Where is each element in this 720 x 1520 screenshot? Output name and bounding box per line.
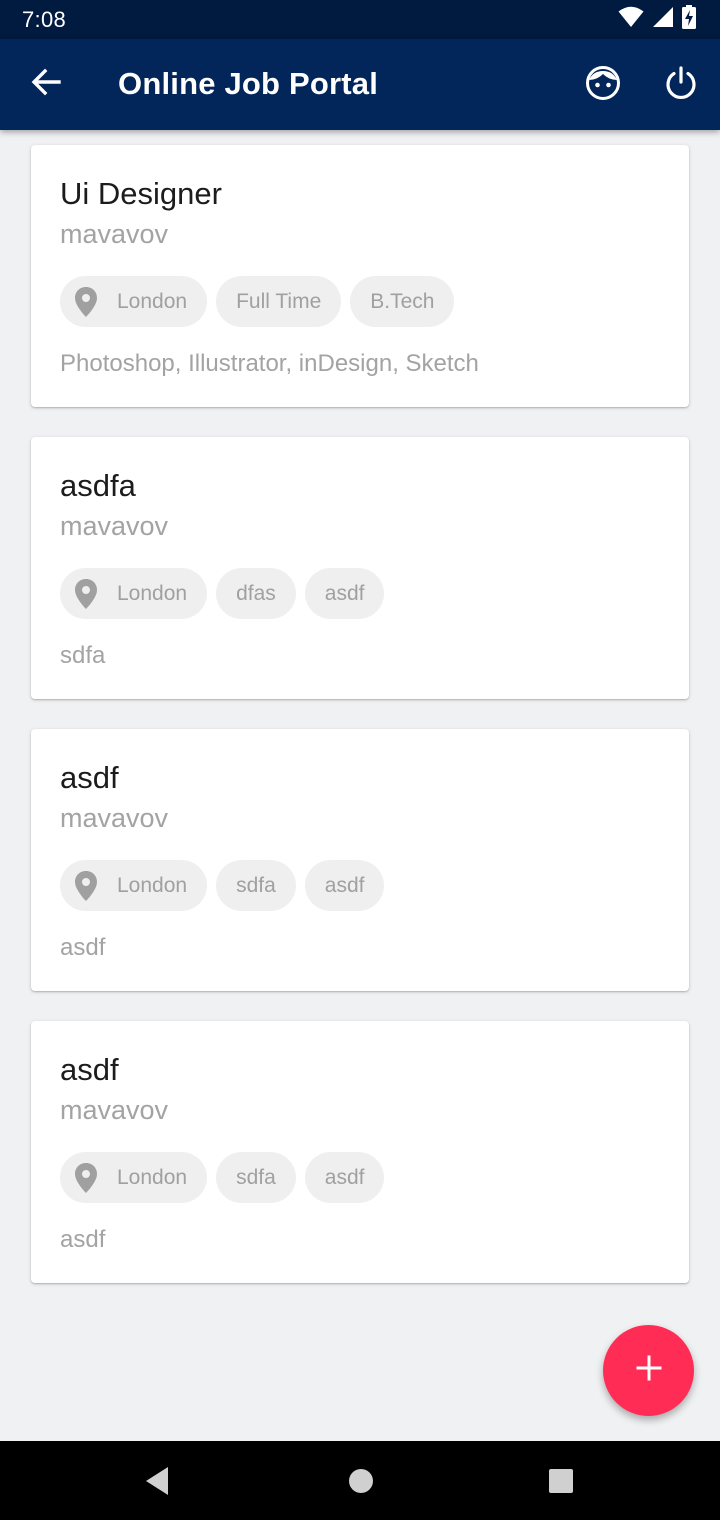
face-icon <box>585 65 621 106</box>
job-list: Ui Designer mavavov London Full Time B.T… <box>31 145 689 1313</box>
status-icons <box>618 5 696 34</box>
job-skills: asdf <box>60 1226 106 1253</box>
location-label: London <box>117 1165 188 1189</box>
page-title: Online Job Portal <box>118 66 379 101</box>
qualification-chip: B.Tech <box>350 276 455 327</box>
job-title: asdf <box>60 760 119 795</box>
location-chip: London <box>60 276 208 327</box>
job-type-chip: dfas <box>216 568 296 619</box>
job-skills: Photoshop, Illustrator, inDesign, Sketch <box>60 350 479 377</box>
nav-home-icon[interactable] <box>343 1463 379 1499</box>
back-button[interactable] <box>24 62 68 106</box>
plus-icon <box>636 1355 662 1386</box>
nav-recents-icon[interactable] <box>543 1463 579 1499</box>
logout-button[interactable] <box>658 62 704 108</box>
job-chips: London sdfa asdf <box>60 1152 660 1203</box>
cell-signal-icon <box>652 6 674 33</box>
qualification-chip: asdf <box>304 860 385 911</box>
profile-button[interactable] <box>580 62 626 108</box>
job-type-chip: Full Time <box>216 276 342 327</box>
battery-charging-icon <box>682 5 696 34</box>
job-chips: London Full Time B.Tech <box>60 276 660 327</box>
location-chip: London <box>60 860 208 911</box>
location-pin-icon <box>74 578 98 610</box>
location-label: London <box>117 289 188 313</box>
location-pin-icon <box>74 1162 98 1194</box>
job-title: asdfa <box>60 468 136 503</box>
job-title: asdf <box>60 1052 119 1087</box>
job-company: mavavov <box>60 219 169 249</box>
location-label: London <box>117 873 188 897</box>
status-bar: 7:08 <box>0 0 720 39</box>
arrow-back-icon <box>31 67 61 102</box>
qualification-chip: asdf <box>304 568 385 619</box>
wifi-icon <box>618 6 644 33</box>
job-type-chip: sdfa <box>216 860 296 911</box>
job-title: Ui Designer <box>60 176 222 211</box>
app-bar: Online Job Portal <box>0 39 720 130</box>
job-card[interactable]: asdf mavavov London sdfa asdf asdf <box>31 729 689 991</box>
location-pin-icon <box>74 870 98 902</box>
location-chip: London <box>60 1152 208 1203</box>
job-skills: sdfa <box>60 642 106 669</box>
job-chips: London sdfa asdf <box>60 860 660 911</box>
job-company: mavavov <box>60 511 169 541</box>
location-label: London <box>117 581 188 605</box>
job-company: mavavov <box>60 1095 169 1125</box>
job-company: mavavov <box>60 803 169 833</box>
job-card[interactable]: asdfa mavavov London dfas asdf sdfa <box>31 437 689 699</box>
job-card[interactable]: asdf mavavov London sdfa asdf asdf <box>31 1021 689 1283</box>
add-job-button[interactable] <box>603 1325 694 1416</box>
location-pin-icon <box>74 286 98 318</box>
job-type-chip: sdfa <box>216 1152 296 1203</box>
system-nav-bar <box>0 1441 720 1520</box>
status-time: 7:08 <box>22 6 67 32</box>
nav-back-icon[interactable] <box>140 1463 176 1499</box>
job-card[interactable]: Ui Designer mavavov London Full Time B.T… <box>31 145 689 407</box>
qualification-chip: asdf <box>304 1152 385 1203</box>
job-chips: London dfas asdf <box>60 568 660 619</box>
job-skills: asdf <box>60 934 106 961</box>
power-icon <box>664 65 698 105</box>
location-chip: London <box>60 568 208 619</box>
